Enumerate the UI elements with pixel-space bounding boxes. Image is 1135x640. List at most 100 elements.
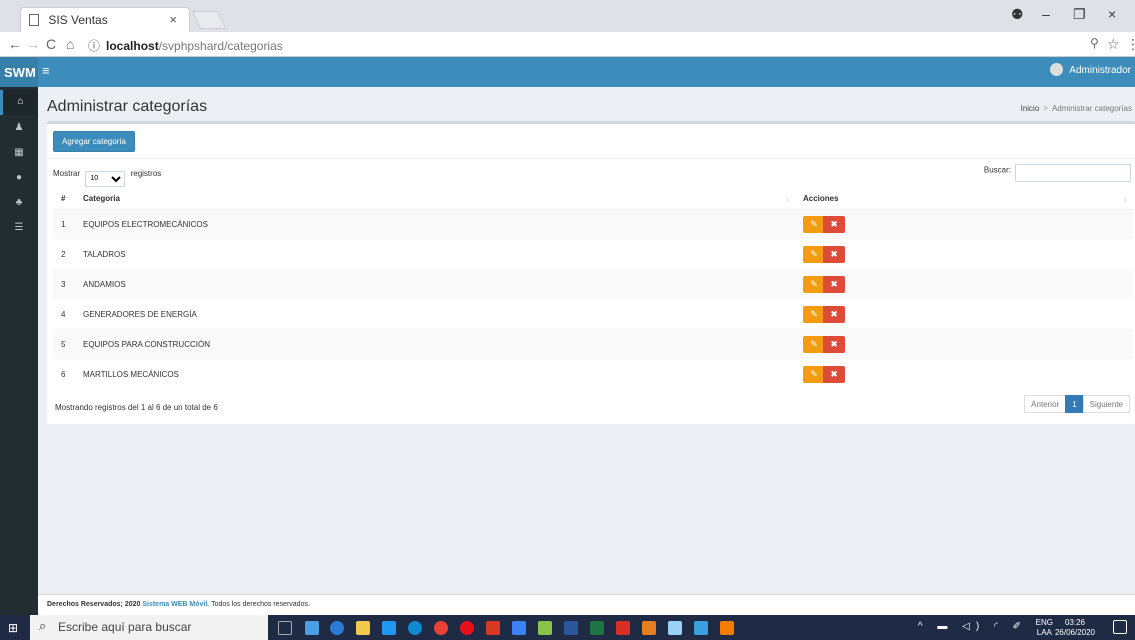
page-button[interactable]: 1	[1065, 395, 1084, 413]
sidebar-item-sales[interactable]: ☰	[0, 216, 38, 241]
sidebar-item-products[interactable]: ●	[0, 166, 38, 191]
notification-icon[interactable]	[1113, 620, 1127, 634]
clock-time: 03:26	[1064, 618, 1085, 627]
circle-icon: ●	[15, 172, 23, 183]
acrobat-icon[interactable]	[616, 621, 630, 635]
row-number: 2	[61, 249, 66, 259]
delete-button[interactable]: ✖	[823, 335, 845, 353]
xampp-icon[interactable]	[720, 621, 734, 635]
sidebar: ⌂ ♟ ▦ ● ♣ ☰	[0, 87, 38, 615]
url-host: localhost	[106, 39, 159, 53]
search-icon: ⌕	[39, 618, 47, 633]
delete-button[interactable]: ✖	[823, 215, 845, 233]
taskbar-app-icon[interactable]	[512, 621, 526, 635]
maximize-button[interactable]: ❐	[1073, 6, 1086, 23]
edit-button[interactable]: ✎	[803, 365, 825, 383]
chrome-icon[interactable]	[434, 621, 448, 635]
sidebar-toggle-icon[interactable]: ≡	[42, 63, 50, 78]
bookmark-star-icon[interactable]: ☆	[1107, 36, 1120, 53]
edit-button[interactable]: ✎	[803, 245, 825, 263]
app-header: SWM ≡ Administrador	[0, 57, 1135, 87]
delete-button[interactable]: ✖	[823, 275, 845, 293]
breadcrumb-home[interactable]: Inicio	[1021, 104, 1040, 113]
page-title: Administrar categorías	[47, 98, 208, 115]
row-category-name: MARTILLOS MECÁNICOS	[83, 369, 179, 379]
sidebar-item-clients[interactable]: ♣	[0, 191, 38, 216]
sidebar-item-home[interactable]: ⌂	[0, 90, 38, 115]
delete-button[interactable]: ✖	[823, 365, 845, 383]
column-category[interactable]: Categoria ↕	[75, 189, 795, 210]
taskbar-app-icon[interactable]	[486, 621, 500, 635]
row-actions: ✎ ✖	[795, 269, 1133, 299]
excel-icon[interactable]	[590, 621, 604, 635]
tab-title: SIS Ventas	[48, 13, 108, 27]
grid-icon: ▦	[14, 147, 24, 158]
opera-icon[interactable]	[460, 621, 474, 635]
users-icon: ♣	[15, 197, 23, 208]
url-field[interactable]: ⓘ localhost/svphpshard/categorias	[88, 35, 1088, 54]
row-category-name: ANDAMIOS	[75, 269, 795, 299]
edge-icon[interactable]	[330, 621, 344, 635]
row-category-name: EQUIPOS PARA CONSTRUCCIÓN	[75, 329, 795, 359]
column-num[interactable]: #	[53, 189, 75, 210]
clock[interactable]: 03:26 26/06/2020	[1055, 618, 1095, 638]
add-category-button[interactable]: Agregar categoría	[53, 131, 135, 152]
windows-taskbar: ⊞ ⌕ Escribe aquí para buscar ^ ▬ ◁) ◜ ✐ E…	[0, 615, 1135, 640]
row-actions: ✎ ✖	[795, 299, 1133, 329]
taskbar-app-icon[interactable]	[642, 621, 656, 635]
taskbar-search[interactable]: ⌕ Escribe aquí para buscar	[30, 615, 268, 640]
taskbar-app-icon[interactable]	[668, 621, 682, 635]
task-view-icon[interactable]	[278, 621, 292, 635]
prev-page-button[interactable]: Anterior	[1024, 395, 1067, 413]
account-icon[interactable]: ⚉	[1011, 6, 1024, 23]
close-window-button[interactable]: ×	[1108, 6, 1116, 22]
row-actions: ✎ ✖	[795, 239, 1133, 269]
sidebar-item-users[interactable]: ♟	[0, 116, 38, 141]
page-icon	[29, 14, 39, 26]
edit-button[interactable]: ✎	[803, 215, 825, 233]
user-menu[interactable]: Administrador	[1050, 63, 1131, 76]
edit-button[interactable]: ✎	[803, 305, 825, 323]
taskbar-app-icon[interactable]	[305, 621, 319, 635]
search-control: Buscar:	[984, 164, 1131, 182]
back-icon[interactable]: ←	[8, 36, 22, 52]
search-input[interactable]	[1015, 164, 1131, 182]
page-length-select[interactable]: 10	[85, 170, 126, 187]
row-number: 5	[53, 329, 75, 359]
categories-table: # Categoria ↕ Acciones ↕ 1 EQUIPOS ELECTROM…	[53, 189, 1133, 389]
store-icon[interactable]	[356, 621, 370, 635]
reload-icon[interactable]: C	[46, 36, 56, 52]
info-icon: ⓘ	[88, 39, 101, 53]
delete-button[interactable]: ✖	[823, 305, 845, 323]
table-info: Mostrando registros del 1 al 6 de un tot…	[55, 403, 218, 412]
home-icon[interactable]: ⌂	[66, 36, 74, 52]
column-actions[interactable]: Acciones ↕	[795, 189, 1133, 210]
footer-brand-link[interactable]: Sistema WEB Móvil.	[142, 601, 209, 608]
delete-button[interactable]: ✖	[823, 245, 845, 263]
language-indicator[interactable]: ENG LAA	[1036, 618, 1053, 638]
sidebar-item-categories[interactable]: ▦	[0, 141, 38, 166]
browser-app-icon[interactable]	[408, 621, 422, 635]
edit-button[interactable]: ✎	[803, 335, 825, 353]
new-tab-button[interactable]	[191, 11, 227, 29]
sort-icon: ↕	[1123, 195, 1127, 204]
mail-icon[interactable]	[382, 621, 396, 635]
browser-tab[interactable]: SIS Ventas ×	[20, 7, 190, 32]
taskbar-app-icon[interactable]	[694, 621, 708, 635]
browser-menu-icon[interactable]: ⋮	[1126, 36, 1135, 53]
pagination: Anterior 1 Siguiente	[1024, 395, 1130, 413]
taskbar-app-icon[interactable]	[538, 621, 552, 635]
tab-close-icon[interactable]: ×	[169, 12, 177, 27]
edit-button[interactable]: ✎	[803, 275, 825, 293]
page-footer: Derechos Reservados; 2020 Sistema WEB Mó…	[38, 594, 1135, 615]
zoom-icon[interactable]: ⚲	[1090, 36, 1099, 50]
next-page-button[interactable]: Siguiente	[1082, 395, 1130, 413]
breadcrumb-separator: >	[1043, 104, 1048, 113]
word-icon[interactable]	[564, 621, 578, 635]
app-logo[interactable]: SWM	[0, 57, 38, 87]
system-tray-icons[interactable]: ^ ▬ ◁) ◜ ✐	[918, 621, 1027, 632]
minimize-button[interactable]: –	[1042, 6, 1050, 22]
windows-start-icon[interactable]: ⊞	[8, 621, 18, 635]
column-num-label: #	[61, 194, 66, 204]
forward-icon[interactable]: →	[26, 36, 40, 52]
